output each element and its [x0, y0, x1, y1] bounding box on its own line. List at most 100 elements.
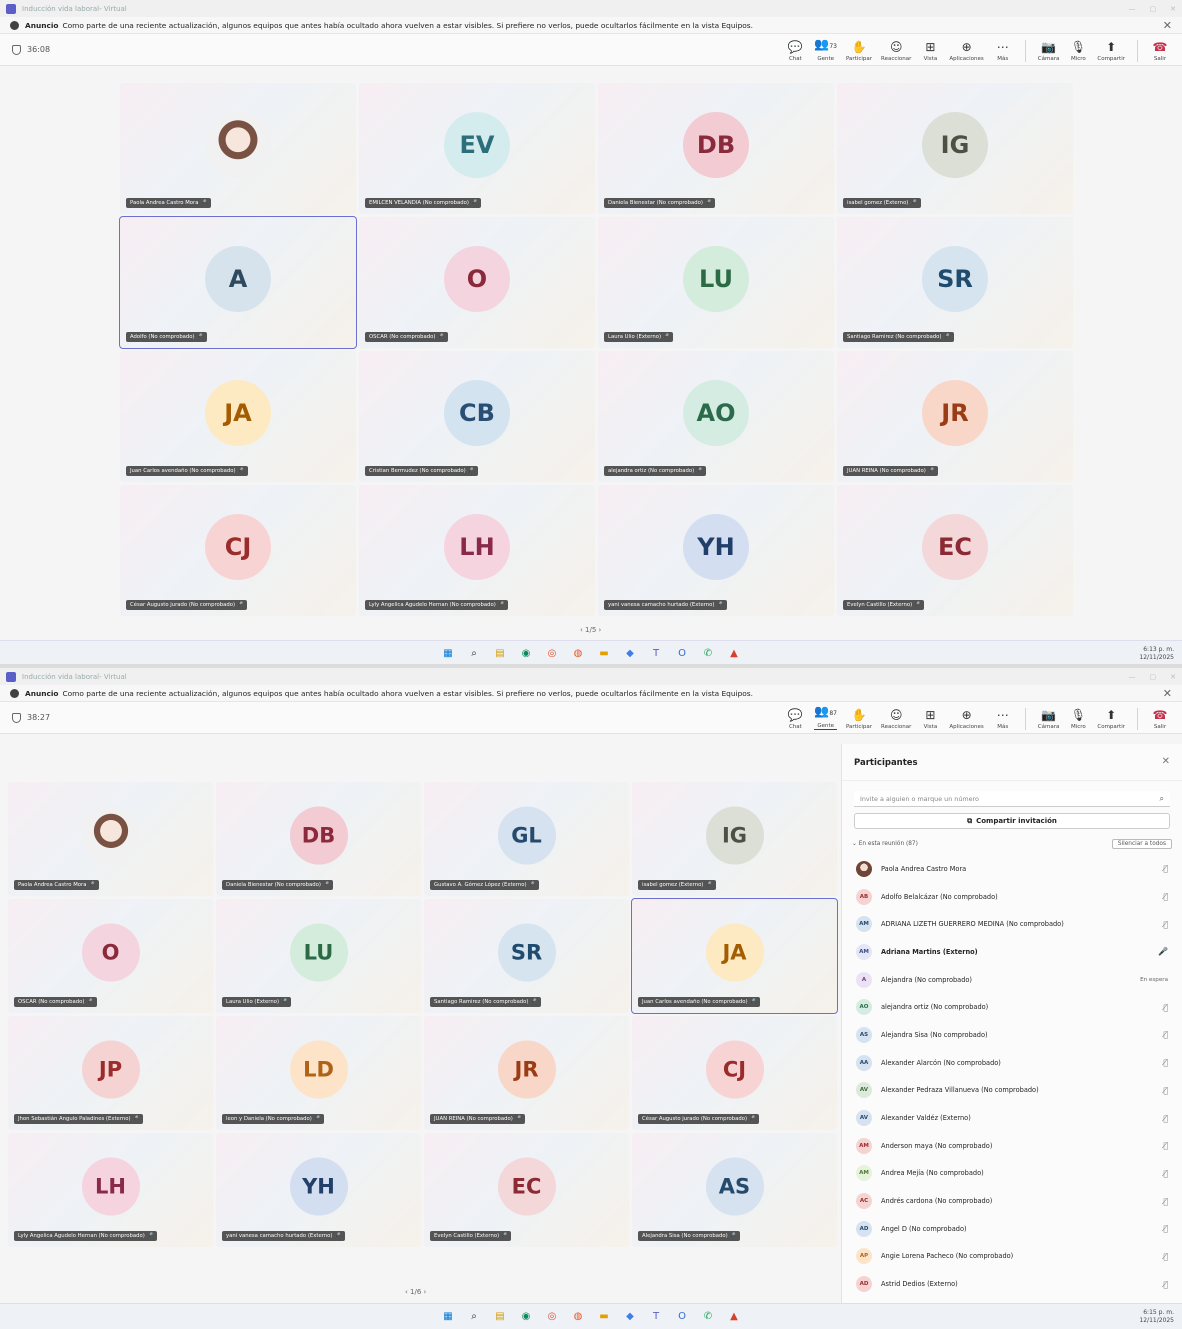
close-icon[interactable]: ✕	[1170, 5, 1176, 13]
pager[interactable]: ‹ 1/6 ›	[405, 1288, 426, 1296]
participant-row[interactable]: AV Alexander Valdéz (Externo) 🎙̸	[842, 1104, 1182, 1132]
video-tile[interactable]: LU Laura Ulio (Externo) 🎤	[598, 217, 834, 348]
participant-row[interactable]: AV Alexander Pedraza Villanueva (No compr…	[842, 1077, 1182, 1105]
mic-button[interactable]: 🎙 Micro	[1068, 41, 1088, 62]
video-tile[interactable]: IG isabel gomez (Externo) 🎤	[837, 83, 1073, 214]
people-button[interactable]: 👥73 Gente	[814, 38, 837, 62]
view-button[interactable]: ⊞ Vista	[920, 41, 940, 62]
video-tile[interactable]: JP Jhon Sebastián Angulo Paladines (Exter…	[8, 1016, 213, 1130]
window-controls[interactable]: — ▢ ✕	[1129, 5, 1177, 13]
view-button[interactable]: ⊞ Vista	[920, 709, 940, 730]
acrobat-icon[interactable]: ▲	[727, 647, 741, 661]
video-tile[interactable]: DB Daniela Bienestar (No comprobado) 🎤	[598, 83, 834, 214]
windows-start-icon[interactable]: ▦	[441, 1310, 455, 1324]
leave-button[interactable]: ☎ Salir	[1150, 709, 1170, 730]
firefox-icon[interactable]: ◍	[571, 1310, 585, 1324]
window-controls[interactable]: — ▢ ✕	[1129, 673, 1177, 681]
apps-button[interactable]: ⊕ Aplicaciones	[949, 709, 983, 730]
camera-button[interactable]: 📷 Cámara	[1038, 709, 1060, 730]
in-meeting-section[interactable]: ⌄ En esta reunión (87) Silenciar a todos	[842, 837, 1182, 851]
video-tile[interactable]: CJ César Augusto jurado (No comprobado) 🎤	[632, 1016, 837, 1130]
chat-button[interactable]: 💬 Chat	[785, 709, 805, 730]
folder-icon[interactable]: ▬	[597, 1310, 611, 1324]
app-icon[interactable]: ◆	[623, 647, 637, 661]
video-tile[interactable]: O OSCAR (No comprobado) 🎤	[8, 899, 213, 1013]
video-tile[interactable]: LH Lyly Angelica Agudelo Hernan (No compr…	[8, 1133, 213, 1247]
video-tile[interactable]: EV EMILCEN VELANDIA (No comprobado) 🎤	[359, 83, 595, 214]
mic-button[interactable]: 🎙 Micro	[1068, 709, 1088, 730]
video-tile[interactable]: SR Santiago Ramirez (No comprobado) 🎤	[837, 217, 1073, 348]
video-tile[interactable]: EC Evelyn Castillo (Externo) 🎤	[837, 485, 1073, 616]
video-tile[interactable]: IG isabel gomez (Externo) 🎤	[632, 782, 837, 896]
banner-close-icon[interactable]: ✕	[1163, 687, 1172, 700]
whatsapp-icon[interactable]: ✆	[701, 1310, 715, 1324]
chrome-icon[interactable]: ◎	[545, 647, 559, 661]
firefox-icon[interactable]: ◍	[571, 647, 585, 661]
search-icon[interactable]: ⌕	[467, 1310, 481, 1324]
file-explorer-icon[interactable]: ▤	[493, 647, 507, 661]
participant-row[interactable]: AM ADRIANA LIZETH GUERRERO MEDINA (No com…	[842, 910, 1182, 938]
video-tile[interactable]: CJ César Augusto jurado (No comprobado) 🎤	[120, 485, 356, 616]
video-tile[interactable]: JA Juan Carlos avendaño (No comprobado) 🎤	[631, 898, 838, 1014]
participant-row[interactable]: A Alejandra (No comprobado) En espera	[842, 966, 1182, 994]
whatsapp-icon[interactable]: ✆	[701, 647, 715, 661]
video-tile[interactable]: LD leon y Daniela (No comprobado) 🎤	[216, 1016, 421, 1130]
windows-start-icon[interactable]: ▦	[441, 647, 455, 661]
app-icon[interactable]: ◆	[623, 1310, 637, 1324]
video-tile[interactable]: JR JUAN REINA (No comprobado) 🎤	[837, 351, 1073, 482]
video-tile[interactable]: YH yani vanesa camacho hurtado (Externo) …	[216, 1133, 421, 1247]
raise-hand-button[interactable]: ✋ Participar	[846, 709, 872, 730]
video-tile[interactable]: JA Juan Carlos avendaño (No comprobado) 🎤	[120, 351, 356, 482]
react-button[interactable]: ☺ Reaccionar	[881, 41, 911, 62]
video-tile[interactable]: LU Laura Ulio (Externo) 🎤	[216, 899, 421, 1013]
participant-row[interactable]: AB Adolfo Belalcázar (No comprobado) 🎙̸	[842, 883, 1182, 911]
acrobat-icon[interactable]: ▲	[727, 1310, 741, 1324]
video-tile[interactable]: AS Alejandra Sisa (No comprobado) 🎤	[632, 1133, 837, 1247]
mute-all-button[interactable]: Silenciar a todos	[1111, 839, 1172, 849]
edge-icon[interactable]: ◉	[519, 1310, 533, 1324]
participant-row[interactable]: AO alejandra ortiz (No comprobado) 🎙̸	[842, 993, 1182, 1021]
video-tile[interactable]: O OSCAR (No comprobado) 🎤	[359, 217, 595, 348]
video-tile[interactable]: A Adolfo (No comprobado) 🎤	[119, 216, 357, 349]
participant-row[interactable]: AC Andrés cardona (No comprobado) 🎙̸	[842, 1187, 1182, 1215]
pager[interactable]: ‹ 1/5 ›	[580, 626, 601, 634]
folder-icon[interactable]: ▬	[597, 647, 611, 661]
react-button[interactable]: ☺ Reaccionar	[881, 709, 911, 730]
people-button[interactable]: 👥87 Gente	[814, 705, 837, 730]
close-icon[interactable]: ✕	[1170, 673, 1176, 681]
participant-row[interactable]: AM Anderson maya (No comprobado) 🎙̸	[842, 1132, 1182, 1160]
participant-row[interactable]: AS Alejandra Sisa (No comprobado) 🎙̸	[842, 1021, 1182, 1049]
participant-row[interactable]: AA Alexander Alarcón (No comprobado) 🎙̸	[842, 1049, 1182, 1077]
outlook-icon[interactable]: O	[675, 647, 689, 661]
minimize-icon[interactable]: —	[1129, 5, 1136, 13]
leave-button[interactable]: ☎ Salir	[1150, 41, 1170, 62]
video-tile[interactable]: LH Lyly Angelica Agudelo Hernan (No compr…	[359, 485, 595, 616]
video-tile[interactable]: DB Daniela Bienestar (No comprobado) 🎤	[216, 782, 421, 896]
invite-search-input[interactable]: Invite a alguien o marque un número ⌕	[854, 791, 1170, 807]
chrome-icon[interactable]: ◎	[545, 1310, 559, 1324]
more-button[interactable]: ⋯ Más	[993, 41, 1013, 62]
video-tile[interactable]: EC Evelyn Castillo (Externo) 🎤	[424, 1133, 629, 1247]
banner-close-icon[interactable]: ✕	[1163, 19, 1172, 32]
edge-icon[interactable]: ◉	[519, 647, 533, 661]
maximize-icon[interactable]: ▢	[1150, 673, 1157, 681]
outlook-icon[interactable]: O	[675, 1310, 689, 1324]
video-tile[interactable]: SR Santiago Ramirez (No comprobado) 🎤	[424, 899, 629, 1013]
participant-row[interactable]: AP Angie Lorena Pacheco (No comprobado) 🎙̸	[842, 1243, 1182, 1271]
maximize-icon[interactable]: ▢	[1150, 5, 1157, 13]
participant-row[interactable]: Paola Andrea Castro Mora 🎙̸	[842, 855, 1182, 883]
more-button[interactable]: ⋯ Más	[993, 709, 1013, 730]
participant-row[interactable]: AM Andrea Mejía (No comprobado) 🎙̸	[842, 1160, 1182, 1188]
video-tile[interactable]: YH yani vanesa camacho hurtado (Externo) …	[598, 485, 834, 616]
participant-row[interactable]: AD Angel D (No comprobado) 🎙̸	[842, 1215, 1182, 1243]
chat-button[interactable]: 💬 Chat	[785, 41, 805, 62]
share-invite-button[interactable]: ⧉ Compartir invitación	[854, 813, 1170, 829]
video-tile[interactable]: GL Gustavo A. Gómez López (Externo) 🎤	[424, 782, 629, 896]
close-panel-icon[interactable]: ✕	[1162, 756, 1170, 767]
search-icon[interactable]: ⌕	[467, 647, 481, 661]
minimize-icon[interactable]: —	[1129, 673, 1136, 681]
camera-button[interactable]: 📷 Cámara	[1038, 41, 1060, 62]
participant-row[interactable]: AD Astrid Dedios (Externo) 🎙̸	[842, 1270, 1182, 1298]
raise-hand-button[interactable]: ✋ Participar	[846, 41, 872, 62]
apps-button[interactable]: ⊕ Aplicaciones	[949, 41, 983, 62]
